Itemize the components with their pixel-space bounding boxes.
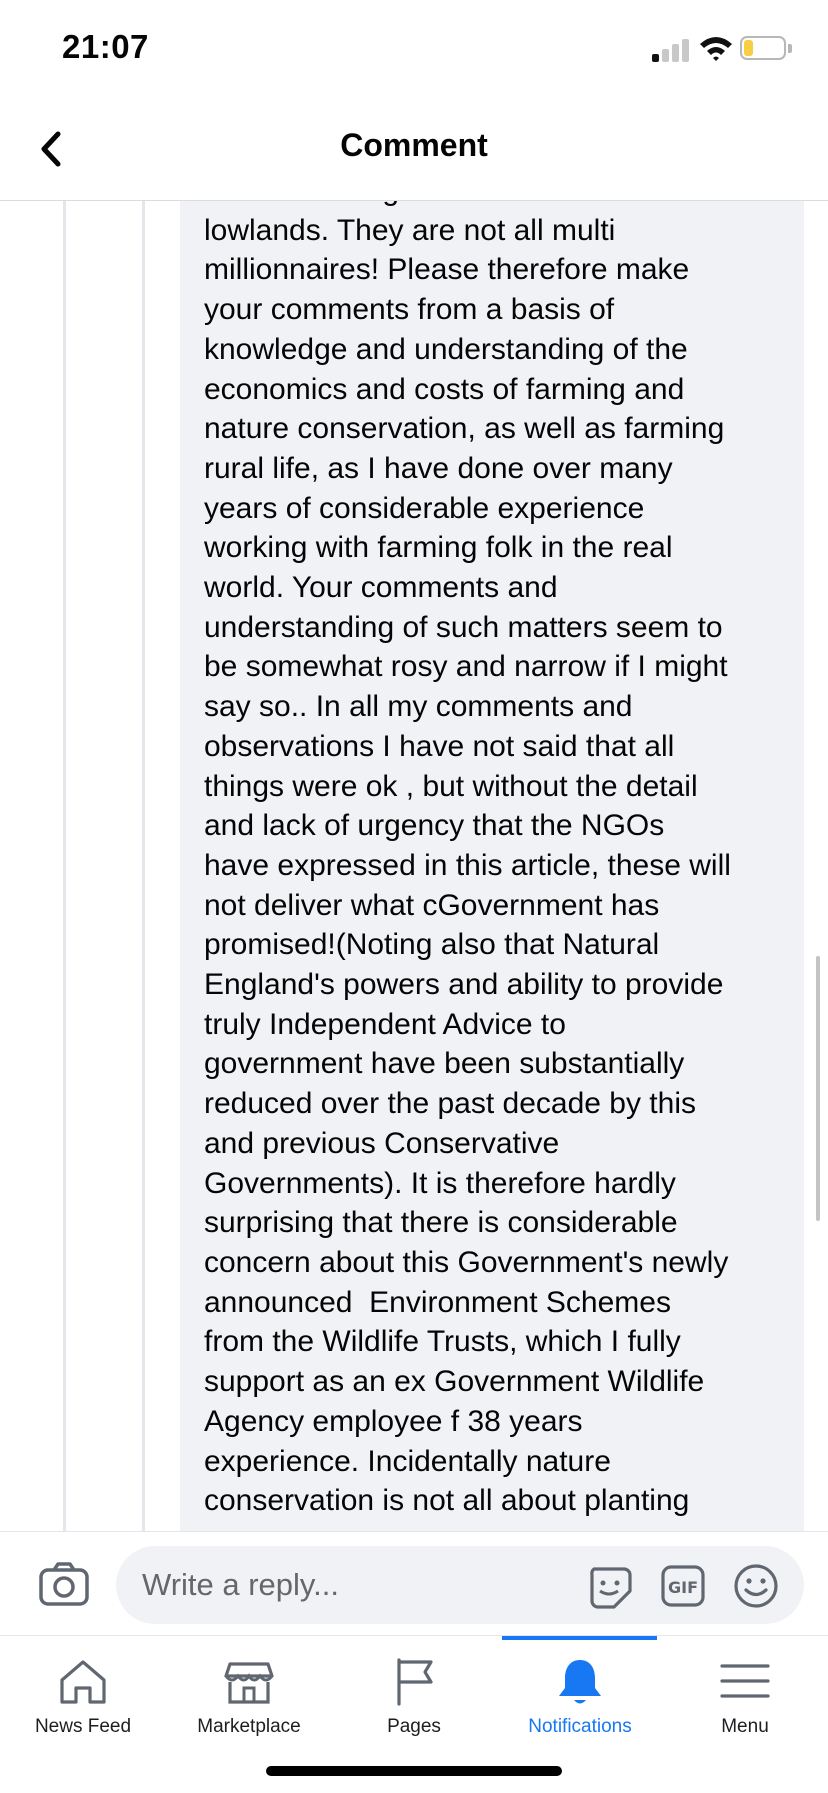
home-icon bbox=[60, 1660, 106, 1704]
comment-line: years of considerable experience bbox=[204, 491, 645, 525]
tab-news-feed[interactable]: News Feed bbox=[0, 1636, 166, 1756]
comment-line: support as an ex Government Wildlife bbox=[204, 1365, 705, 1399]
comment-line: conservation is not all about planting bbox=[204, 1484, 690, 1518]
comment-line: promised!(Noting also that Natural bbox=[204, 928, 660, 962]
tab-label: Pages bbox=[387, 1716, 441, 1737]
sticker-icon[interactable] bbox=[586, 1563, 632, 1609]
comment-line: your comments from a basis of bbox=[204, 293, 615, 327]
bell-icon bbox=[559, 1660, 601, 1704]
comment-line: things were ok , but without the detail bbox=[204, 769, 698, 803]
comment-line: be somewhat rosy and narrow if I might bbox=[204, 650, 728, 684]
comment-line: England's powers and ability to provide bbox=[204, 968, 724, 1002]
comment-line: understanding of such matters seem to bbox=[204, 610, 723, 644]
comment-line: Agency employee f 38 years bbox=[204, 1404, 583, 1438]
comment-line: from the Wildlife Trusts, which I fully bbox=[204, 1325, 681, 1359]
reply-placeholder: Write a reply... bbox=[142, 1567, 339, 1602]
comment-line: world. Your comments and bbox=[204, 571, 558, 605]
comment-line: reduced over the past decade by this bbox=[204, 1087, 696, 1121]
thread-line-inner bbox=[142, 201, 145, 1531]
comment-text: farmers throughout the UK in the lowlands… bbox=[204, 201, 794, 1521]
comment-line: farmers throughout the UK in the bbox=[204, 201, 794, 211]
wifi-icon bbox=[700, 37, 732, 61]
signal-icon bbox=[652, 38, 692, 62]
comment-line: millionnaires! Please therefore make bbox=[204, 253, 690, 287]
thread-line-outer bbox=[63, 201, 66, 1531]
tab-menu[interactable]: Menu bbox=[662, 1636, 828, 1756]
tab-label: Menu bbox=[721, 1716, 769, 1737]
comment-line: not deliver what cGovernment has bbox=[204, 888, 660, 922]
reply-input[interactable]: Write a reply... GIF bbox=[116, 1546, 804, 1624]
tab-notifications[interactable]: Notifications bbox=[497, 1636, 663, 1756]
comment-line: Governments). It is therefore hardly bbox=[204, 1166, 676, 1200]
comment-line: working with farming folk in the real bbox=[204, 531, 673, 565]
comment-line: lowlands. They are not all multi bbox=[204, 213, 616, 247]
comment-line: government have been substantially bbox=[204, 1047, 685, 1081]
camera-icon[interactable] bbox=[38, 1560, 90, 1608]
comment-line: and lack of urgency that the NGOs bbox=[204, 809, 665, 843]
comment-line: nature conservation, as well as farming bbox=[204, 412, 725, 446]
comment-thread[interactable]: farmers throughout the UK in the lowlands… bbox=[0, 201, 828, 1531]
status-time: 21:07 bbox=[62, 28, 149, 65]
comment-line: experience. Incidentally nature bbox=[204, 1444, 611, 1478]
battery-icon bbox=[740, 36, 792, 62]
comment-line: have expressed in this article, these wi… bbox=[204, 848, 731, 882]
comment-line: truly Independent Advice to bbox=[204, 1007, 566, 1041]
scrollbar[interactable] bbox=[816, 956, 820, 1221]
header: Comment bbox=[0, 100, 828, 201]
status-bar: 21:07 bbox=[0, 0, 828, 100]
comment-line: surprising that there is considerable bbox=[204, 1206, 678, 1240]
flag-icon bbox=[397, 1658, 433, 1706]
comment-line: say so.. In all my comments and bbox=[204, 690, 633, 724]
gif-icon[interactable]: GIF bbox=[660, 1563, 706, 1609]
comment-line: rural life, as I have done over many bbox=[204, 451, 673, 485]
comment-line: economics and costs of farming and bbox=[204, 372, 685, 406]
comment-line: concern about this Government's newly bbox=[204, 1245, 729, 1279]
menu-icon bbox=[720, 1664, 770, 1698]
tab-marketplace[interactable]: Marketplace bbox=[166, 1636, 332, 1756]
emoji-icon[interactable] bbox=[732, 1562, 780, 1610]
home-indicator bbox=[266, 1766, 562, 1776]
tab-label: News Feed bbox=[34, 1716, 132, 1737]
svg-text:GIF: GIF bbox=[668, 1578, 698, 1597]
marketplace-icon bbox=[224, 1662, 274, 1704]
page-title: Comment bbox=[340, 127, 488, 163]
tab-pages[interactable]: Pages bbox=[331, 1636, 497, 1756]
comment-line: and previous Conservative bbox=[204, 1126, 560, 1160]
reply-composer: Write a reply... GIF bbox=[0, 1531, 828, 1636]
tab-label: Notifications bbox=[528, 1716, 632, 1737]
comment-line: observations I have not said that all bbox=[204, 729, 675, 763]
tab-label: Marketplace bbox=[197, 1716, 301, 1737]
comment-line: knowledge and understanding of the bbox=[204, 332, 688, 366]
comment-line: announced Environment Schemes bbox=[204, 1285, 671, 1319]
